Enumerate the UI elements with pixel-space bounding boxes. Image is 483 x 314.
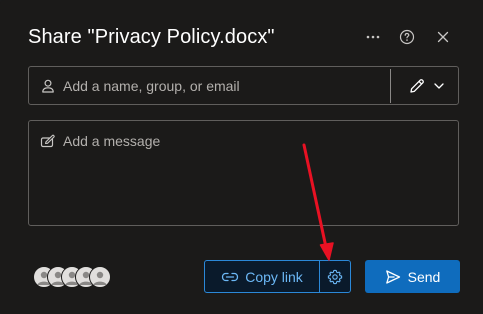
more-horizontal-icon: [366, 35, 380, 39]
people-field-divider: [390, 69, 391, 103]
copy-link-button[interactable]: Copy link: [205, 261, 320, 292]
share-dialog: Share "Privacy Policy.docx" Add a name, …: [0, 0, 483, 314]
permission-dropdown-button[interactable]: [397, 69, 455, 103]
close-icon: [437, 31, 449, 43]
more-options-button[interactable]: [359, 24, 387, 50]
pencil-icon: [410, 79, 424, 93]
gear-icon: [327, 269, 343, 284]
message-input[interactable]: [63, 133, 448, 219]
copy-link-group: Copy link: [204, 260, 351, 293]
close-button[interactable]: [429, 24, 457, 50]
shared-with-avatars[interactable]: [33, 266, 123, 288]
people-input[interactable]: [63, 67, 383, 104]
send-icon: [385, 269, 400, 284]
help-circle-icon: [399, 29, 415, 45]
compose-icon: [40, 134, 55, 148]
message-field: [28, 120, 459, 226]
copy-link-label: Copy link: [245, 268, 303, 285]
people-picker: [28, 66, 459, 105]
person-icon: [42, 79, 54, 93]
help-button[interactable]: [393, 24, 421, 50]
dialog-title: Share "Privacy Policy.docx": [28, 26, 275, 48]
send-label: Send: [407, 268, 441, 285]
link-icon: [222, 272, 239, 281]
send-button[interactable]: Send: [365, 260, 460, 293]
person-icon: [93, 271, 107, 285]
link-settings-button[interactable]: [320, 261, 350, 292]
avatar: [89, 266, 111, 288]
chevron-down-icon: [434, 83, 444, 89]
